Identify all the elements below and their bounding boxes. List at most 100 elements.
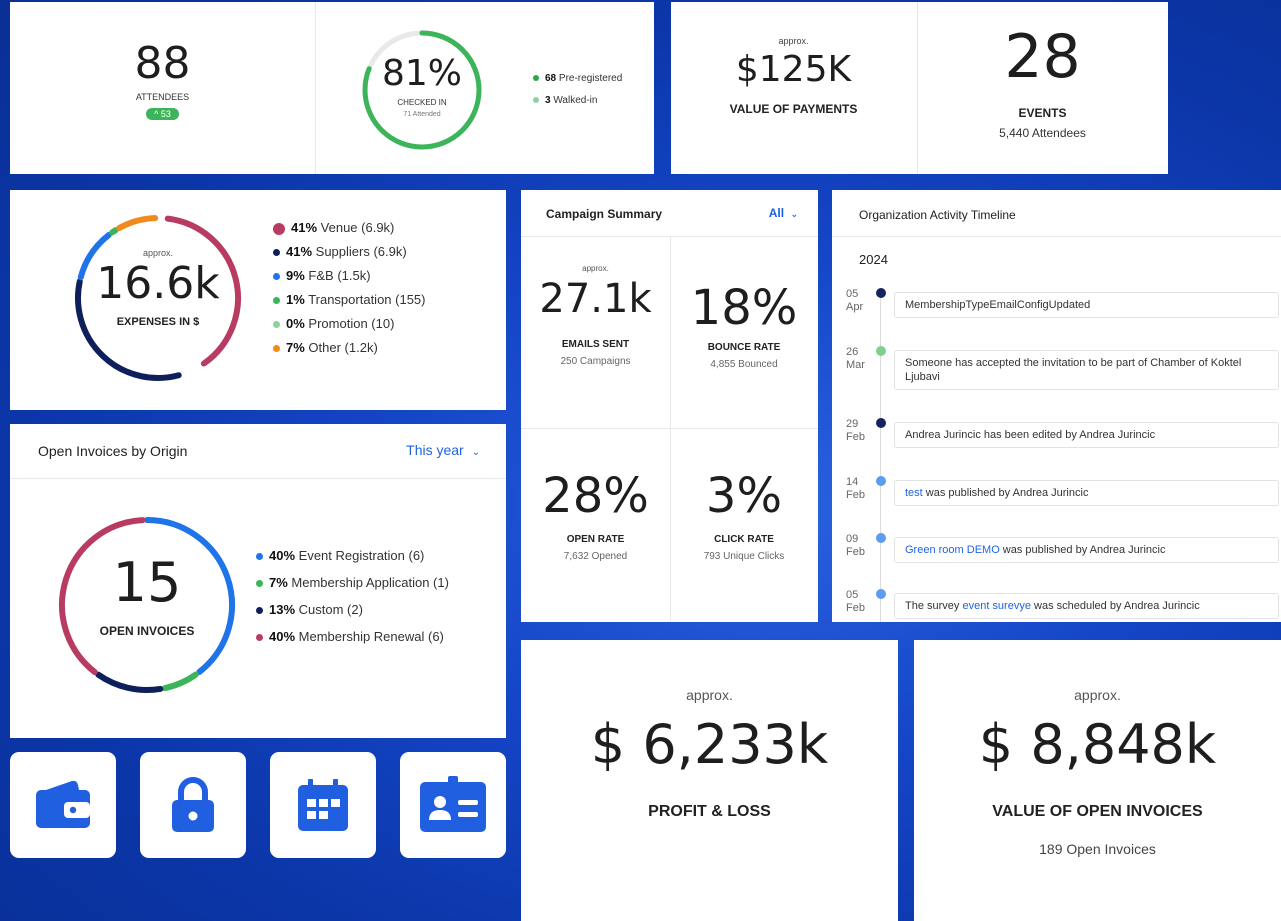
expenses-card: approx. 16.6k EXPENSES IN $ 41% Venue (6…	[10, 190, 506, 410]
payments-events-card: approx. $125K VALUE OF PAYMENTS 28 EVENT…	[671, 2, 1168, 174]
profit-label: PROFIT & LOSS	[648, 803, 771, 820]
bounce-rate-label: BOUNCE RATE	[707, 342, 781, 353]
events-label: EVENTS	[1018, 106, 1067, 120]
invoices-origin-filter-label: This year	[406, 442, 464, 458]
legend-dot	[273, 249, 280, 257]
timeline-dot	[876, 533, 886, 543]
expenses-legend-item: 7% Other (1.2k)	[273, 340, 426, 364]
legend-preregistered: 68 Pre-registered	[533, 73, 622, 95]
timeline-entry[interactable]: The survey event surevye was scheduled b…	[894, 593, 1279, 619]
checkin-legend: 68 Pre-registered 3 Walked-in	[533, 73, 622, 117]
invoices-origin-title: Open Invoices by Origin	[38, 443, 188, 459]
open-invoices-value: $ 8,848k	[978, 713, 1217, 776]
open-invoices-value-label: VALUE OF OPEN INVOICES	[992, 803, 1203, 820]
legend-dot	[256, 553, 263, 561]
emails-sent-label: EMAILS SENT	[561, 339, 630, 350]
timeline-dot	[876, 346, 886, 356]
click-rate-value: 3%	[705, 468, 783, 524]
timeline-date: 26 Mar	[846, 346, 865, 371]
invoices-legend-item: 13% Custom (2)	[256, 602, 449, 629]
expenses-legend-item: 9% F&B (1.5k)	[273, 268, 426, 292]
legend-dot	[533, 97, 539, 104]
attendance-card: 88 ATTENDEES ^ 53 81% CHECKED IN 71 Atte…	[10, 2, 654, 174]
campaign-filter-label: All	[768, 206, 785, 220]
profit-value: $ 6,233k	[590, 713, 829, 776]
invoices-membership-application-arc	[161, 671, 199, 692]
legend-dot	[256, 607, 263, 615]
profit-loss-card: approx. $ 6,233k PROFIT & LOSS	[521, 640, 898, 921]
timeline-dot	[876, 418, 886, 428]
timeline-entry[interactable]: Green room DEMO was published by Andrea …	[894, 537, 1279, 563]
expenses-legend-item: 0% Promotion (10)	[273, 316, 426, 340]
timeline-entry[interactable]: MembershipTypeEmailConfigUpdated	[894, 292, 1279, 318]
emails-sent-sub: 250 Campaigns	[560, 356, 631, 367]
calendar-tile[interactable]	[270, 752, 376, 858]
legend-dot	[273, 297, 280, 305]
bounce-rate-value: 18%	[690, 280, 798, 336]
campaign-filter[interactable]: All ⌄	[769, 206, 798, 220]
emails-approx: approx.	[582, 264, 609, 273]
timeline-dot	[876, 589, 886, 599]
expenses-legend-item: 1% Transportation (155)	[273, 292, 426, 316]
emails-sent-value: 27.1k	[539, 276, 652, 322]
invoices-origin-card: Open Invoices by Origin This year ⌄ 15 O…	[10, 424, 506, 738]
invoices-legend-item: 40% Event Registration (6)	[256, 548, 449, 575]
contact-card-icon	[420, 776, 486, 832]
click-rate-sub: 793 Unique Clicks	[703, 551, 785, 562]
timeline-link[interactable]: test	[905, 487, 923, 499]
payments-value: $125K	[735, 49, 852, 90]
timeline-entry[interactable]: Someone has accepted the invitation to b…	[894, 350, 1279, 390]
wallet-icon	[36, 780, 90, 828]
open-rate-label: OPEN RATE	[566, 534, 625, 545]
payments-approx: approx.	[778, 36, 809, 46]
bounce-rate-sub: 4,855 Bounced	[710, 359, 778, 370]
lock-tile[interactable]	[140, 752, 246, 858]
lock-icon	[172, 777, 214, 832]
timeline-link[interactable]: Green room DEMO	[905, 544, 1000, 556]
attendees-growth-badge: ^ 53	[146, 108, 179, 120]
legend-dot	[273, 345, 280, 353]
activity-timeline-card: Organization Activity Timeline 2024 05 Ap…	[832, 190, 1281, 622]
legend-dot	[256, 634, 263, 642]
timeline-date: 29 Feb	[846, 418, 865, 443]
timeline-entry[interactable]: test was published by Andrea Jurincic	[894, 480, 1279, 506]
timeline-dot	[876, 288, 886, 298]
timeline-line	[880, 292, 881, 622]
open-invoices-label: OPEN INVOICES	[99, 624, 195, 638]
timeline-year: 2024	[859, 252, 888, 267]
expenses-value: 16.6k	[96, 258, 220, 309]
open-invoices-value-card: approx. $ 8,848k VALUE OF OPEN INVOICES …	[914, 640, 1281, 921]
expenses-label: EXPENSES IN $	[116, 316, 200, 328]
open-rate-value: 28%	[542, 468, 649, 524]
timeline-date: 05 Apr	[846, 288, 864, 313]
legend-dot	[273, 273, 280, 281]
chevron-down-icon: ⌄	[471, 447, 480, 458]
events-value: 28	[1004, 22, 1081, 92]
timeline-date: 14 Feb	[846, 476, 865, 501]
campaign-title: Campaign Summary	[546, 207, 663, 221]
expenses-approx: approx.	[142, 248, 174, 258]
chevron-down-icon: ⌄	[790, 209, 798, 219]
legend-dot	[273, 321, 280, 329]
timeline-date: 05 Feb	[846, 589, 865, 614]
checked-in-sub: 71 Attended	[403, 111, 441, 118]
invoices-custom-arc	[95, 671, 164, 693]
calendar-icon	[298, 779, 348, 831]
contact-card-tile[interactable]	[400, 752, 506, 858]
payments-label: VALUE OF PAYMENTS	[729, 102, 858, 116]
invoices-origin-filter[interactable]: This year ⌄	[406, 442, 480, 458]
timeline-link[interactable]: event surevye	[962, 600, 1030, 612]
timeline-entry[interactable]: Andrea Jurincic has been edited by Andre…	[894, 422, 1279, 448]
legend-dot	[256, 580, 263, 588]
legend-walked-in: 3 Walked-in	[533, 95, 622, 117]
timeline-date: 09 Feb	[846, 533, 865, 558]
open-invoices-sub: 189 Open Invoices	[1039, 841, 1156, 857]
wallet-tile[interactable]	[10, 752, 116, 858]
invoices-legend-item: 40% Membership Renewal (6)	[256, 629, 449, 656]
expenses-legend-item: 41% Venue (6.9k)	[273, 220, 426, 244]
open-invoices-approx: approx.	[1074, 687, 1121, 703]
invoices-legend-item: 7% Membership Application (1)	[256, 575, 449, 602]
open-invoices-count: 15	[112, 551, 182, 614]
checked-in-percent: 81%	[381, 53, 462, 94]
invoices-origin-legend: 40% Event Registration (6) 7% Membership …	[256, 548, 449, 656]
